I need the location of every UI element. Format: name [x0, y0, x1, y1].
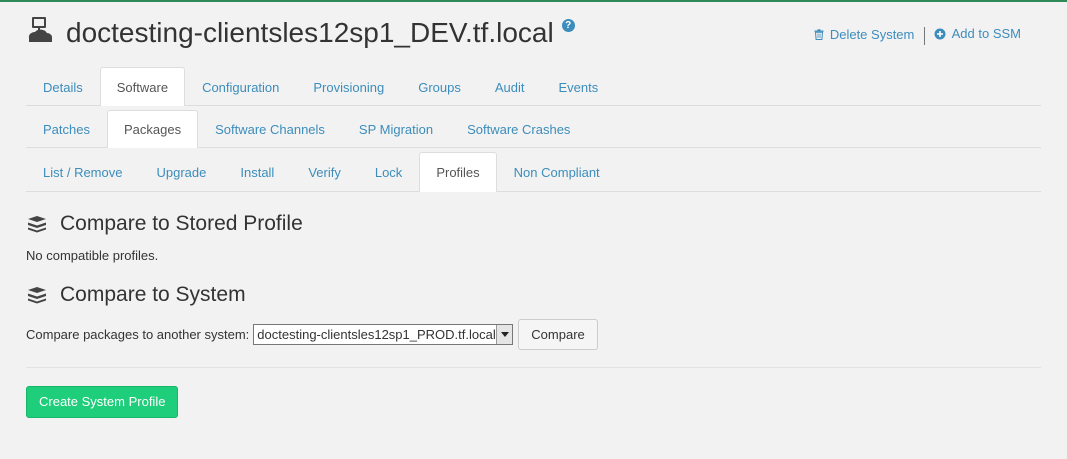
tab-verify[interactable]: Verify — [291, 152, 358, 191]
tab-events[interactable]: Events — [542, 67, 616, 105]
tab-sp-migration[interactable]: SP Migration — [342, 110, 450, 147]
tab-install[interactable]: Install — [223, 152, 291, 191]
delete-system-link[interactable]: Delete System — [814, 26, 915, 42]
tab-audit[interactable]: Audit — [478, 67, 542, 105]
tab-packages[interactable]: Packages — [106, 110, 199, 148]
delete-system-label: Delete System — [829, 26, 915, 42]
compare-label: Compare packages to another system: — [26, 326, 250, 342]
compare-system-title: Compare to System — [60, 283, 246, 306]
plus-circle-icon — [934, 28, 946, 39]
stored-profile-title: Compare to Stored Profile — [60, 212, 303, 235]
tab-list-remove[interactable]: List / Remove — [26, 152, 139, 191]
section-divider — [26, 367, 1041, 368]
tab-software-crashes[interactable]: Software Crashes — [450, 110, 587, 147]
chevron-down-icon — [496, 324, 513, 344]
page-title: doctesting-clientsles12sp1_DEV.tf.local? — [66, 16, 575, 50]
packages-subtabs: List / Remove Upgrade Install Verify Loc… — [26, 152, 1041, 192]
tab-software-channels[interactable]: Software Channels — [198, 110, 342, 147]
tab-patches[interactable]: Patches — [26, 110, 107, 147]
stored-profile-heading: Compare to Stored Profile — [26, 212, 303, 236]
tab-lock[interactable]: Lock — [358, 152, 419, 191]
system-computer-icon — [28, 17, 53, 42]
system-select[interactable]: doctesting-clientsles12sp1_PROD.tf.local — [253, 323, 514, 345]
tab-details[interactable]: Details — [26, 67, 100, 105]
tab-software[interactable]: Software — [99, 67, 186, 106]
system-select-value: doctesting-clientsles12sp1_PROD.tf.local — [257, 326, 496, 342]
no-profiles-message: No compatible profiles. — [26, 248, 159, 263]
header-actions: Delete System Add to SSM — [814, 26, 1021, 46]
boxes-icon — [28, 287, 46, 304]
add-to-ssm-label: Add to SSM — [951, 26, 1021, 41]
trash-icon — [814, 28, 824, 40]
tab-profiles[interactable]: Profiles — [419, 152, 497, 192]
actions-separator — [924, 27, 925, 46]
help-icon[interactable]: ? — [561, 19, 575, 32]
add-to-ssm-link[interactable]: Add to SSM — [934, 26, 1021, 41]
tab-upgrade[interactable]: Upgrade — [139, 152, 223, 191]
create-system-profile-button[interactable]: Create System Profile — [26, 386, 179, 418]
tab-provisioning[interactable]: Provisioning — [296, 67, 401, 105]
boxes-icon — [28, 216, 46, 233]
software-subtabs: Patches Packages Software Channels SP Mi… — [26, 110, 1041, 148]
compare-button[interactable]: Compare — [518, 318, 598, 350]
page-header: doctesting-clientsles12sp1_DEV.tf.local?… — [26, 16, 1041, 52]
tab-groups[interactable]: Groups — [401, 67, 478, 105]
compare-system-row: Compare packages to another system: doct… — [26, 318, 598, 350]
tab-configuration[interactable]: Configuration — [185, 67, 296, 105]
main-tabs: Details Software Configuration Provision… — [26, 67, 1041, 106]
compare-system-heading: Compare to System — [26, 283, 246, 307]
tab-non-compliant[interactable]: Non Compliant — [497, 152, 617, 191]
top-accent-line — [0, 0, 1067, 2]
system-name: doctesting-clientsles12sp1_DEV.tf.local — [66, 17, 554, 48]
